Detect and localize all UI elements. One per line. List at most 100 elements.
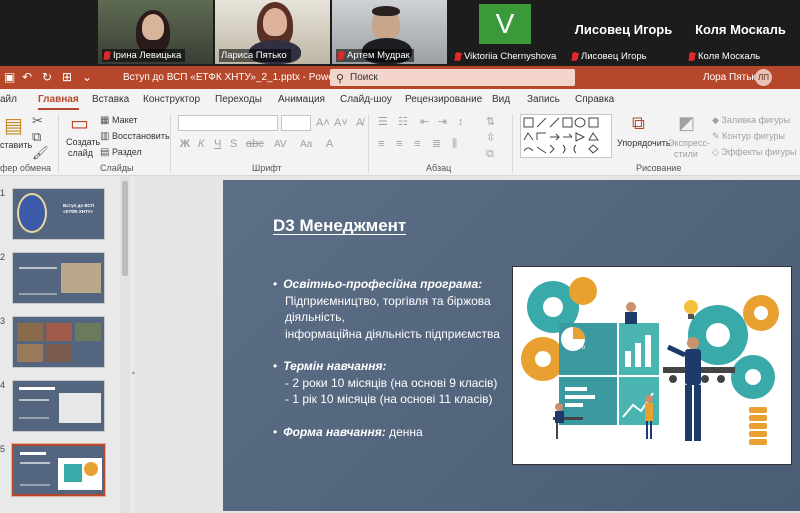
case-icon[interactable]: Aa: [300, 138, 312, 151]
window-title: Вступ до ВСП «ЕТФК ХНТУ»_2_1.pptx - Powe…: [123, 72, 360, 83]
present-icon[interactable]: ⊞: [62, 70, 72, 84]
shape-fill-button[interactable]: ◆ Заливка фигуры: [712, 115, 790, 126]
drawing-group-label: Рисование: [636, 163, 682, 173]
reset-icon: ▥: [100, 131, 110, 142]
slides-group-label: Слайды: [100, 163, 134, 173]
slide-thumbnail-4[interactable]: [12, 380, 105, 432]
tab-help[interactable]: Справка: [575, 94, 614, 105]
shrink-font-icon[interactable]: A˅: [334, 117, 348, 130]
tab-home[interactable]: Главная: [38, 94, 79, 110]
increase-indent-icon[interactable]: ⇥: [438, 116, 447, 129]
bullet-program: Освітньо-професійна програма:: [273, 276, 513, 293]
decrease-indent-icon[interactable]: ⇤: [420, 116, 429, 129]
slide-thumbnail-3[interactable]: [12, 316, 105, 368]
paragraph-group-label: Абзац: [426, 163, 452, 173]
copy-icon[interactable]: ⧉: [32, 130, 41, 143]
quick-styles-button-line2[interactable]: стили: [674, 149, 698, 159]
text-direction-icon[interactable]: ⇅: [486, 116, 495, 129]
columns-icon[interactable]: ⫼: [452, 138, 457, 151]
participant-name-3: Артем Мудрак: [336, 49, 414, 62]
underline-icon[interactable]: Ч: [214, 138, 221, 151]
thumbnail-scroll-thumb[interactable]: [122, 181, 128, 276]
thumbnail-scrollbar[interactable]: [120, 176, 130, 513]
reset-button[interactable]: Восстановить: [112, 131, 170, 141]
clear-format-icon[interactable]: A̸: [356, 117, 363, 130]
slide-thumbnail-5[interactable]: [11, 443, 106, 497]
paste-icon[interactable]: ▤: [4, 116, 23, 136]
slide-thumbnail-1[interactable]: Вступ до ВСП «ЕТФК ХНТУ»: [12, 188, 105, 240]
slide-thumbnail-2[interactable]: [12, 252, 105, 304]
thumbnail-1-title: Вступ до ВСП «ЕТФК ХНТУ»: [63, 203, 94, 214]
section-button[interactable]: Раздел: [112, 147, 142, 157]
strikethrough-icon[interactable]: abc: [246, 138, 264, 151]
italic-icon[interactable]: К: [198, 138, 204, 151]
paste-button[interactable]: ставить: [0, 140, 32, 150]
search-box[interactable]: ⚲ Поиск: [330, 69, 575, 86]
font-color-icon[interactable]: A: [326, 138, 333, 151]
participant-avatar-4: V: [479, 4, 531, 44]
bold-icon[interactable]: Ж: [180, 138, 190, 151]
arrange-button[interactable]: Упорядочить: [617, 138, 671, 148]
section-icon: ▤: [100, 147, 110, 158]
new-slide-button-line2[interactable]: слайд: [68, 148, 93, 158]
numbering-icon[interactable]: ☷: [398, 116, 408, 129]
participant-tile-6[interactable]: Коля Москаль Коля Москаль: [683, 0, 798, 64]
slide-number-3: 3: [0, 316, 6, 326]
business-illustration[interactable]: 50%: [512, 266, 792, 465]
format-painter-icon[interactable]: 🖌: [32, 146, 49, 159]
tab-slideshow[interactable]: Слайд-шоу: [340, 94, 392, 105]
bullet-term: Термін навчання:: [273, 358, 513, 375]
cut-icon[interactable]: ✂: [32, 114, 43, 127]
slide-title[interactable]: D3 Менеджмент: [273, 216, 406, 236]
tab-insert[interactable]: Вставка: [92, 94, 129, 105]
line-spacing-icon[interactable]: ↕: [458, 116, 464, 129]
justify-icon[interactable]: ≣: [432, 138, 441, 151]
current-slide[interactable]: D3 Менеджмент Освітньо-професійна програ…: [223, 180, 800, 511]
align-text-icon[interactable]: ⇳: [486, 132, 495, 145]
customize-qat-icon[interactable]: ⌄: [82, 70, 92, 84]
zoom-participant-strip: Ірина Левицька Лариса Пятько Артем Мудра…: [0, 0, 800, 66]
shapes-gallery-icon: [523, 117, 599, 154]
participant-tile-4[interactable]: V Viktoriia Chernyshova: [449, 0, 564, 64]
layout-button[interactable]: Макет: [112, 115, 137, 125]
shape-outline-button[interactable]: ✎ Контур фигуры: [712, 131, 785, 142]
save-icon[interactable]: ▣: [4, 70, 15, 84]
font-size-select[interactable]: [281, 115, 311, 131]
user-avatar[interactable]: ЛП: [755, 69, 772, 86]
tab-design[interactable]: Конструктор: [143, 94, 200, 105]
redo-icon[interactable]: ↻: [42, 70, 52, 84]
undo-icon[interactable]: ↶: [22, 70, 32, 84]
participant-tile-3[interactable]: Артем Мудрак: [332, 0, 447, 64]
tab-view[interactable]: Вид: [492, 94, 510, 105]
tab-file[interactable]: айл: [0, 94, 17, 105]
tab-review[interactable]: Рецензирование: [405, 94, 482, 105]
tab-animations[interactable]: Анимация: [278, 94, 325, 105]
arrange-icon[interactable]: ⧉: [632, 114, 645, 132]
grow-font-icon[interactable]: A˄: [316, 117, 330, 130]
user-name[interactable]: Лора Пятько: [703, 72, 761, 83]
shape-effects-button[interactable]: ◇ Эффекты фигуры: [712, 147, 796, 158]
tab-transitions[interactable]: Переходы: [215, 94, 262, 105]
quick-styles-icon[interactable]: ◩: [678, 114, 695, 132]
muted-mic-icon: [338, 51, 344, 60]
tab-record[interactable]: Запись: [527, 94, 560, 105]
ribbon-home: ▤ ставить ✂ ⧉ 🖌 фер обмена ▭ Создать сла…: [0, 110, 800, 176]
bullets-icon[interactable]: ☰: [378, 116, 388, 129]
align-left-icon[interactable]: ≡: [378, 138, 384, 151]
shadow-icon[interactable]: S: [230, 138, 237, 151]
layout-icon: ▦: [100, 115, 110, 126]
participant-tile-2[interactable]: Лариса Пятько: [215, 0, 330, 64]
align-right-icon[interactable]: ≡: [414, 138, 420, 151]
smartart-icon[interactable]: ⧉: [486, 148, 494, 161]
align-center-icon[interactable]: ≡: [396, 138, 402, 151]
participant-tile-5[interactable]: Лисовец Игорь Лисовец Игорь: [566, 0, 681, 64]
slide-body[interactable]: Освітньо-професійна програма: Підприємни…: [273, 276, 513, 440]
spacing-icon[interactable]: AV: [274, 138, 287, 151]
font-family-select[interactable]: [178, 115, 278, 131]
quick-styles-button[interactable]: Экспресс-: [668, 138, 710, 148]
shapes-gallery[interactable]: [520, 114, 612, 158]
participant-tile-1[interactable]: Ірина Левицька: [98, 0, 213, 64]
new-slide-icon[interactable]: ▭: [70, 114, 89, 134]
muted-mic-icon: [689, 52, 695, 61]
new-slide-button[interactable]: Создать: [66, 137, 100, 147]
